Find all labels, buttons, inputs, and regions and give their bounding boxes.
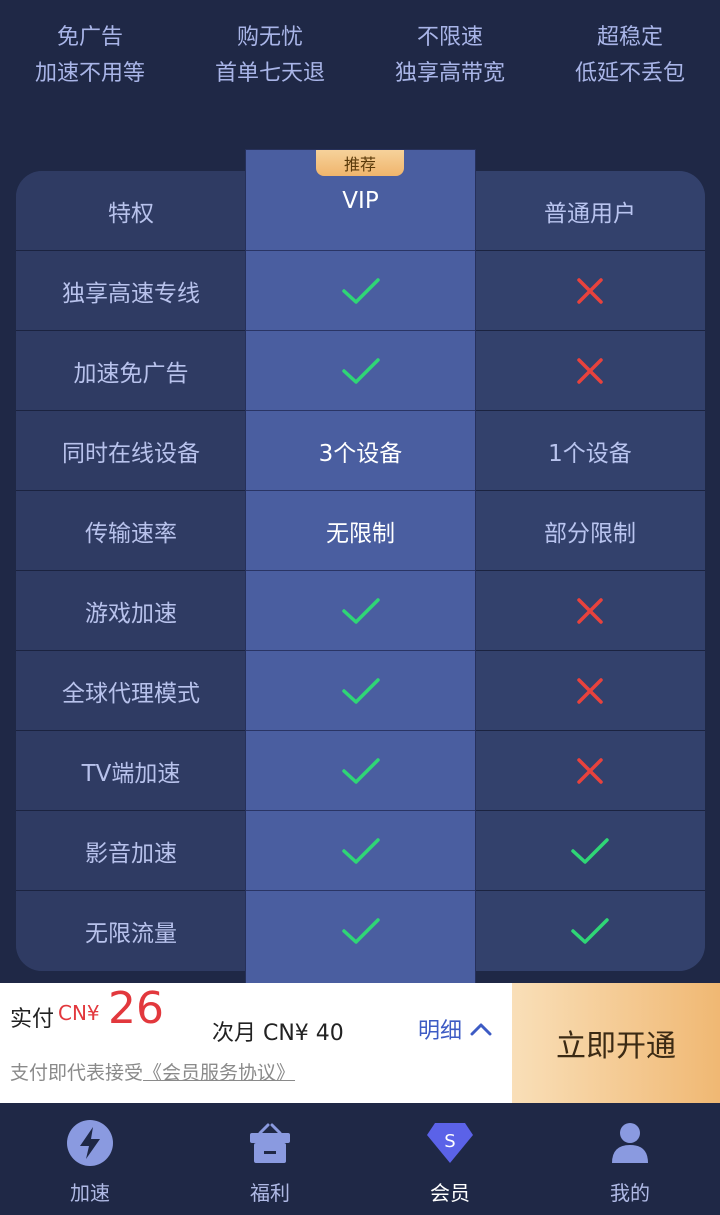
check-icon bbox=[475, 891, 705, 971]
left-cell: 同时在线设备 bbox=[62, 441, 200, 467]
svg-text:S: S bbox=[444, 1131, 455, 1152]
check-icon bbox=[246, 251, 475, 331]
detail-toggle[interactable]: 明细 bbox=[418, 1013, 492, 1045]
feature-item: 购无忧 首单七天退 bbox=[180, 0, 360, 120]
nav-item-vip[interactable]: S 会员 bbox=[360, 1103, 540, 1215]
recommend-badge: 推荐 bbox=[316, 150, 404, 176]
right-cell: 1个设备 bbox=[548, 441, 632, 467]
left-cell: 特权 bbox=[108, 201, 154, 227]
gift-icon bbox=[246, 1119, 294, 1171]
left-cell: 传输速率 bbox=[85, 521, 177, 547]
feature-item: 不限速 独享高带宽 bbox=[360, 0, 540, 120]
left-cell: 影音加速 bbox=[85, 841, 177, 867]
cross-icon bbox=[475, 731, 705, 811]
check-icon bbox=[246, 891, 475, 971]
agreement-text: 支付即代表接受《会员服务协议》 bbox=[10, 1058, 295, 1085]
cross-icon bbox=[475, 251, 705, 331]
left-cell: 加速免广告 bbox=[73, 361, 189, 387]
nav-item-welfare[interactable]: 福利 bbox=[180, 1103, 360, 1215]
chevron-up-icon bbox=[470, 1017, 492, 1042]
feature-desc: 低延不丢包 bbox=[574, 61, 685, 86]
bottom-nav: 加速 福利 S 会员 我的 bbox=[0, 1103, 720, 1215]
vip-diamond-icon: S bbox=[425, 1119, 475, 1171]
lightning-icon bbox=[66, 1119, 114, 1171]
feature-title: 购无忧 bbox=[236, 25, 303, 50]
feature-title: 不限速 bbox=[416, 25, 483, 50]
check-icon bbox=[475, 811, 705, 891]
vip-cell: 3个设备 bbox=[318, 441, 403, 467]
check-icon bbox=[246, 331, 475, 411]
feature-item: 超稳定 低延不丢包 bbox=[540, 0, 720, 120]
feature-desc: 首单七天退 bbox=[214, 61, 325, 86]
check-icon bbox=[246, 571, 475, 651]
check-icon bbox=[246, 651, 475, 731]
user-icon bbox=[606, 1119, 654, 1171]
check-icon bbox=[246, 811, 475, 891]
nav-item-mine[interactable]: 我的 bbox=[540, 1103, 720, 1215]
nav-item-accelerate[interactable]: 加速 bbox=[0, 1103, 180, 1215]
left-cell: 全球代理模式 bbox=[62, 681, 200, 707]
pay-amount: 26 bbox=[108, 983, 164, 1034]
cross-icon bbox=[475, 571, 705, 651]
vip-cell: 无限制 bbox=[326, 521, 395, 547]
feature-desc: 加速不用等 bbox=[34, 61, 145, 86]
nav-label: 会员 bbox=[430, 1181, 470, 1205]
pay-label: 实付 bbox=[10, 1007, 55, 1032]
left-cell: 游戏加速 bbox=[85, 601, 177, 627]
agreement-link[interactable]: 《会员服务协议》 bbox=[143, 1062, 295, 1084]
nav-label: 福利 bbox=[250, 1181, 290, 1205]
feature-item: 免广告 加速不用等 bbox=[0, 0, 180, 120]
right-cell: 普通用户 bbox=[544, 201, 636, 227]
check-icon bbox=[246, 731, 475, 811]
left-cell: 独享高速专线 bbox=[62, 281, 200, 307]
cross-icon bbox=[475, 651, 705, 731]
open-membership-button[interactable]: 立即开通 bbox=[512, 983, 720, 1103]
pay-bar: 实付 CN¥ 26 次月 CN¥ 40 明细 支付即代表接受《会员服务协议》 立… bbox=[0, 983, 720, 1103]
left-cell: 无限流量 bbox=[85, 921, 177, 947]
next-month-price: 次月 CN¥ 40 bbox=[212, 1021, 344, 1046]
left-cell: TV端加速 bbox=[81, 761, 181, 787]
feature-desc: 独享高带宽 bbox=[394, 61, 505, 86]
agreement-prefix: 支付即代表接受 bbox=[10, 1062, 144, 1084]
feature-title: 免广告 bbox=[56, 25, 123, 50]
vip-header: VIP bbox=[342, 188, 379, 214]
nav-label: 加速 bbox=[70, 1181, 110, 1205]
feature-strip: 免广告 加速不用等 购无忧 首单七天退 不限速 独享高带宽 超稳定 低延不丢包 bbox=[0, 0, 720, 120]
cross-icon bbox=[475, 331, 705, 411]
feature-title: 超稳定 bbox=[596, 25, 663, 50]
nav-label: 我的 bbox=[610, 1181, 650, 1205]
pay-currency: CN¥ bbox=[58, 1001, 100, 1025]
right-cell: 部分限制 bbox=[544, 521, 636, 547]
detail-label: 明细 bbox=[418, 1019, 463, 1044]
